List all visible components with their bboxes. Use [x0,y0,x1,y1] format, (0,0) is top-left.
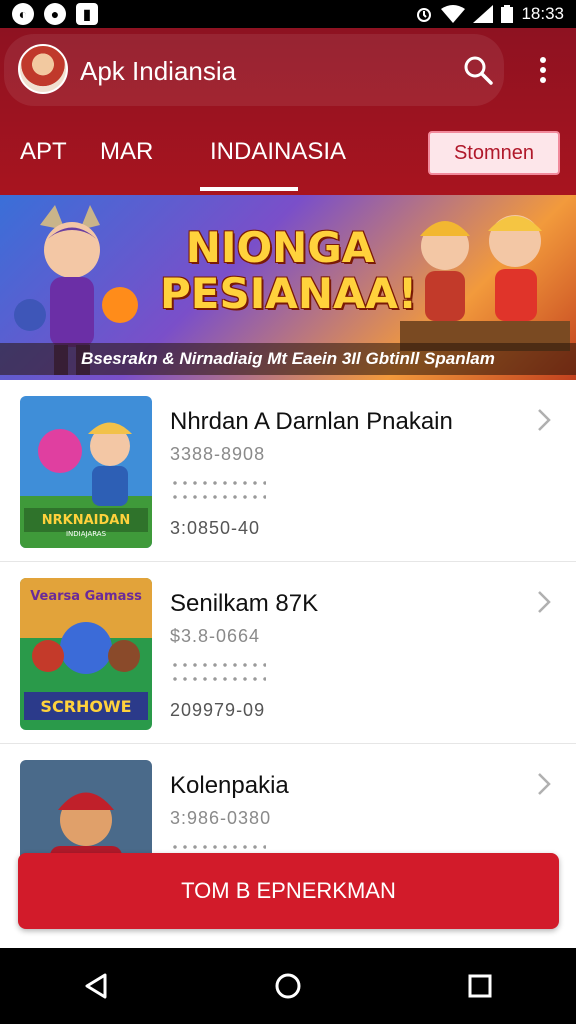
battery-icon [501,5,514,23]
list-item[interactable]: Vearsa Gamass SCRHOWE Senilkam 87K $3.8-… [0,562,576,744]
placeholder-dots [170,676,266,682]
thumb-label: NRKNAIDAN [42,513,130,528]
item-title: Nhrdan A Darnlan Pnakain [170,408,453,435]
banner-title-line2: PESIANAA! [160,269,418,318]
app-header: Apk Indiansia APT MAR INDAINASIA Stomnen [0,28,576,195]
tab-apt[interactable]: APT [20,138,67,166]
chevron-right-icon [538,591,551,613]
back-button[interactable] [72,962,120,1010]
system-nav-bar [0,948,576,1024]
promo-banner[interactable]: NIONGA PESIANAA! Bsesrakn & Nirnadiaig M… [0,195,576,380]
list-item[interactable]: NRKNAIDAN INDIAJARAS Nhrdan A Darnlan Pn… [0,380,576,562]
item-title: Senilkam 87K [170,590,319,617]
placeholder-dots [170,494,266,500]
home-icon [275,973,301,999]
avatar[interactable] [18,44,68,94]
chevron-right-icon [538,773,551,795]
back-icon [85,973,107,999]
search-button[interactable] [458,50,498,90]
app-thumbnail: NRKNAIDAN INDIAJARAS [20,396,152,548]
search-bar[interactable] [4,34,504,106]
shield-icon: ▮ [76,3,98,25]
action-button[interactable]: Stomnen [428,131,560,175]
wifi-icon [441,5,466,23]
home-button[interactable] [264,962,312,1010]
item-title: Kolenpakia [170,772,289,799]
placeholder-dots [170,662,266,668]
app-thumbnail: Vearsa Gamass SCRHOWE [20,578,152,730]
status-time: 18:33 [521,4,564,23]
notification-icon: ◐ [12,3,34,25]
status-bar: ◐ ● ▮ 18:33 [0,0,576,28]
signal-icon [473,5,494,23]
thumb-sublabel: INDIAJARAS [66,530,107,538]
status-left-icons: ◐ ● ▮ [12,3,98,25]
tab-selected-indicator [200,187,298,191]
hero-right-illustration [400,215,570,351]
record-icon: ● [44,3,66,25]
search-icon [464,56,493,85]
banner-title-line1: NIONGA [185,223,375,272]
alarm-icon [417,8,432,22]
tab-mar[interactable]: MAR [100,138,153,166]
item-meta-secondary: 3:0850-40 [170,518,261,538]
more-vert-icon [540,57,546,63]
banner-caption: Bsesrakn & Nirnadiaig Mt Eaein 3Il Gbtin… [0,343,576,375]
chevron-right-icon [538,409,551,431]
recents-icon [468,974,492,998]
status-right-icons: 18:33 [415,4,564,24]
placeholder-dots [170,844,266,850]
thumb-top-label: Vearsa Gamass [30,589,142,604]
app-title: Apk Indiansia [80,56,237,86]
item-meta-secondary: 209979-09 [170,700,266,720]
item-meta: 3:986-0380 [170,808,272,828]
more-vert-icon-dot [540,77,546,83]
banner-title: NIONGA PESIANAA! [160,223,418,318]
placeholder-dots [170,480,266,486]
primary-cta-button[interactable]: TOM B EPNERKMAN [18,853,559,929]
more-vert-icon-dot [540,67,546,73]
item-meta: 3388-8908 [170,444,266,464]
tab-indainasia[interactable]: INDAINASIA [210,138,346,166]
overflow-menu-button[interactable] [526,50,560,90]
thumb-label: SCRHOWE [40,697,131,716]
item-meta: $3.8-0664 [170,626,261,646]
recents-button[interactable] [456,962,504,1010]
